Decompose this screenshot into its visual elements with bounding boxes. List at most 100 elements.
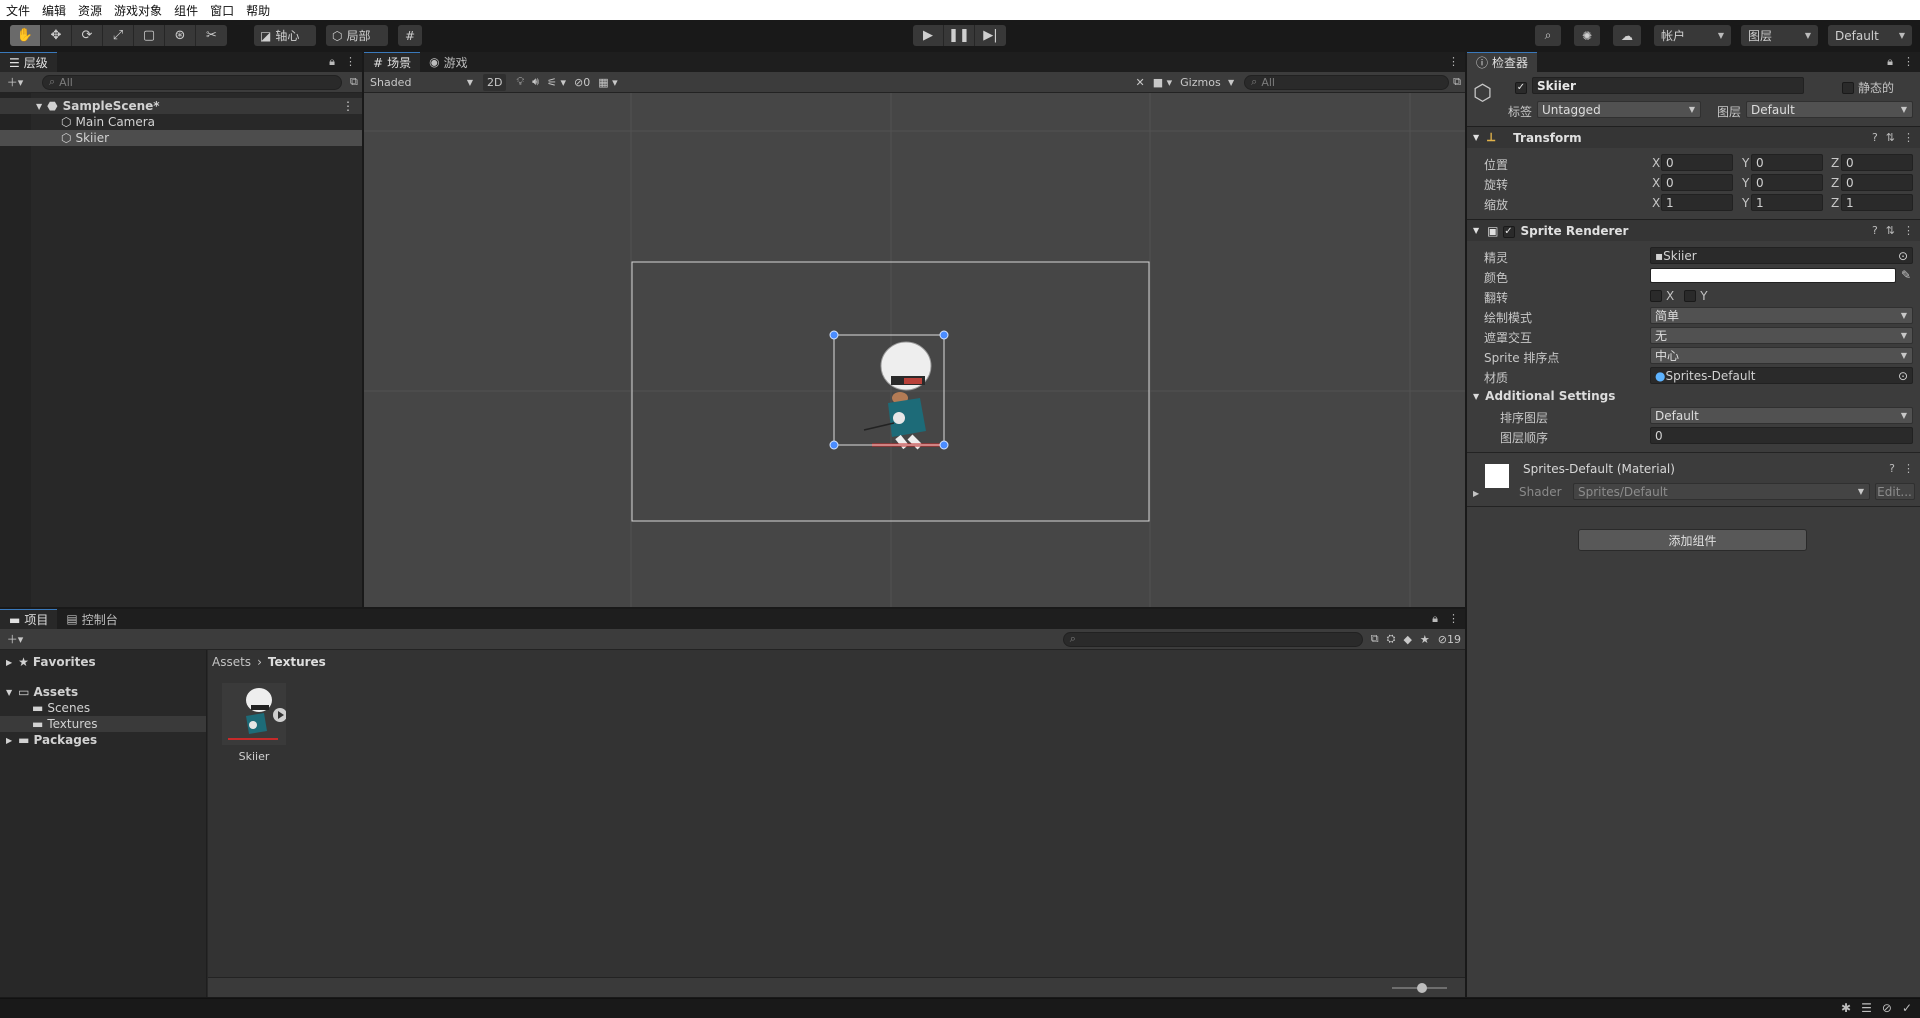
hand-tool-icon[interactable]: ✋ bbox=[10, 25, 41, 46]
position-y-field[interactable]: 0 bbox=[1751, 154, 1823, 171]
object-picker-icon[interactable]: ⊙ bbox=[1898, 369, 1908, 383]
tree-textures[interactable]: ▬ Textures bbox=[0, 716, 206, 732]
shading-mode-dropdown[interactable]: Shaded ▼ bbox=[364, 74, 479, 91]
layer-dropdown[interactable]: Default ▼ bbox=[1746, 101, 1913, 118]
sort-point-dropdown[interactable]: 中心 ▼ bbox=[1650, 347, 1913, 364]
material-field[interactable]: ●Sprites-Default ⊙ bbox=[1650, 367, 1913, 384]
help-icon[interactable]: ? bbox=[1872, 131, 1878, 144]
tab-game[interactable]: ◉ 游戏 bbox=[420, 52, 477, 72]
tab-project[interactable]: ▬ 项目 bbox=[0, 609, 58, 629]
hierarchy-search-input[interactable]: ⌕ All bbox=[42, 74, 342, 90]
tree-assets[interactable]: ▼ ▭ Assets bbox=[0, 684, 206, 700]
transform-header[interactable]: ▼ ⟂ Transform ? ⇅ ⋮ bbox=[1467, 126, 1920, 148]
color-swatch[interactable] bbox=[1650, 268, 1896, 283]
menu-assets[interactable]: 资源 bbox=[78, 2, 102, 19]
camera-dropdown-icon[interactable]: ■ ▾ bbox=[1149, 74, 1176, 91]
kebab-menu-icon[interactable]: ⋮ bbox=[1903, 224, 1914, 237]
tree-scenes[interactable]: ▬ Scenes bbox=[0, 700, 206, 716]
zoom-slider-handle[interactable] bbox=[1417, 983, 1427, 993]
hidden-objects-toggle[interactable]: ⊘ 0 bbox=[570, 74, 594, 91]
kebab-menu-icon[interactable]: ⋮ bbox=[342, 99, 354, 113]
kebab-menu-icon[interactable]: ⋮ bbox=[345, 55, 356, 69]
pivot-toggle[interactable]: ◪ 轴心 bbox=[254, 25, 316, 46]
audio-toggle-icon[interactable]: 🔊︎ bbox=[528, 74, 543, 91]
local-toggle[interactable]: ⬡ 局部 bbox=[326, 25, 388, 46]
object-picker-icon[interactable]: ⊙ bbox=[1898, 249, 1908, 263]
lighting-toggle-icon[interactable]: 💡︎ bbox=[512, 74, 528, 91]
create-button[interactable]: ＋▾ bbox=[0, 74, 30, 91]
kebab-menu-icon[interactable]: ⋮ bbox=[1448, 55, 1459, 68]
object-name-field[interactable]: Skiier bbox=[1532, 77, 1804, 94]
move-tool-icon[interactable]: ✥ bbox=[41, 25, 72, 46]
rotation-y-field[interactable]: 0 bbox=[1751, 174, 1823, 191]
layers-dropdown[interactable]: 图层 ▼ bbox=[1741, 25, 1818, 46]
tab-hierarchy[interactable]: ☰ 层级 bbox=[0, 52, 57, 72]
layout-dropdown[interactable]: Default ▼ bbox=[1828, 25, 1912, 46]
search-filter-icon[interactable]: ⧉ bbox=[1449, 74, 1465, 91]
mask-interaction-dropdown[interactable]: 无 ▼ bbox=[1650, 327, 1913, 344]
preset-icon[interactable]: ⇅ bbox=[1886, 131, 1895, 144]
rotate-tool-icon[interactable]: ⟳ bbox=[72, 25, 103, 46]
rect-tool-icon[interactable]: ▢ bbox=[134, 25, 165, 46]
resize-handle[interactable] bbox=[939, 440, 949, 450]
lock-icon[interactable]: 🔒︎ bbox=[1432, 612, 1438, 626]
resize-handle[interactable] bbox=[939, 330, 949, 340]
menu-component[interactable]: 组件 bbox=[174, 2, 198, 19]
grid-toggle-icon[interactable]: ▦ ▾ bbox=[594, 74, 621, 91]
scale-z-field[interactable]: 1 bbox=[1841, 194, 1913, 211]
effects-toggle-icon[interactable]: ⚟ ▾ bbox=[543, 74, 570, 91]
step-icon[interactable]: ▶| bbox=[975, 25, 1006, 46]
kebab-menu-icon[interactable]: ⋮ bbox=[1903, 462, 1914, 475]
scale-y-field[interactable]: 1 bbox=[1751, 194, 1823, 211]
bug-icon[interactable]: ✱ bbox=[1841, 1001, 1851, 1015]
position-z-field[interactable]: 0 bbox=[1841, 154, 1913, 171]
scene-search-input[interactable]: ⌕ All bbox=[1244, 74, 1450, 90]
triangle-right-icon[interactable]: ▶ bbox=[1473, 489, 1479, 498]
draw-mode-dropdown[interactable]: 简单 ▼ bbox=[1650, 307, 1913, 324]
create-asset-button[interactable]: ＋▾ bbox=[0, 631, 30, 648]
kebab-menu-icon[interactable]: ⋮ bbox=[1903, 131, 1914, 144]
add-component-button[interactable]: 添加组件 bbox=[1578, 529, 1807, 551]
order-in-layer-field[interactable]: 0 bbox=[1650, 427, 1913, 444]
rotation-z-field[interactable]: 0 bbox=[1841, 174, 1913, 191]
account-dropdown[interactable]: 帐户 ▼ bbox=[1654, 25, 1731, 46]
toggle-2d-button[interactable]: 2D bbox=[483, 73, 507, 91]
eyedropper-icon[interactable]: ✎ bbox=[1901, 268, 1911, 282]
sprite-field[interactable]: ▪Skiier ⊙ bbox=[1650, 247, 1913, 264]
hierarchy-scene-row[interactable]: ▼ ⬣ SampleScene* ⋮ bbox=[0, 98, 362, 114]
flip-x-checkbox[interactable] bbox=[1650, 290, 1662, 302]
menu-file[interactable]: 文件 bbox=[6, 2, 30, 19]
sorting-layer-dropdown[interactable]: Default ▼ bbox=[1650, 407, 1913, 424]
static-toggle[interactable]: 静态的 bbox=[1842, 79, 1894, 96]
resize-handle[interactable] bbox=[829, 440, 839, 450]
rotation-x-field[interactable]: 0 bbox=[1661, 174, 1733, 191]
tree-packages[interactable]: ▶ ▬ Packages bbox=[0, 732, 206, 748]
search-button[interactable]: ⌕ bbox=[1535, 25, 1561, 46]
flip-y-checkbox[interactable] bbox=[1684, 290, 1697, 302]
cloud-button[interactable]: ☁ bbox=[1613, 25, 1641, 46]
kebab-menu-icon[interactable]: ⋮ bbox=[1448, 612, 1459, 626]
sprite-renderer-header[interactable]: ▼ ▣ ✓ Sprite Renderer ? ⇅ ⋮ bbox=[1467, 219, 1920, 241]
progress-icon[interactable]: ⊘ bbox=[1882, 1001, 1892, 1015]
tag-dropdown[interactable]: Untagged ▼ bbox=[1537, 101, 1701, 118]
search-filter-icon[interactable]: ⧉ bbox=[1367, 631, 1383, 648]
lock-icon[interactable]: 🔒︎ bbox=[1887, 55, 1893, 69]
hierarchy-item-skiier[interactable]: ⬡ Skiier bbox=[0, 130, 362, 146]
filter-by-type-icon[interactable]: ⛭ bbox=[1383, 631, 1400, 648]
menu-edit[interactable]: 编辑 bbox=[42, 2, 66, 19]
tools-icon[interactable]: ✕ bbox=[1132, 74, 1149, 91]
scale-x-field[interactable]: 1 bbox=[1661, 194, 1733, 211]
tree-favorites[interactable]: ▶ ★ Favorites bbox=[0, 654, 206, 670]
gizmos-dropdown[interactable]: Gizmos ▼ bbox=[1176, 74, 1238, 91]
tab-scene[interactable]: # 场景 bbox=[364, 52, 421, 72]
shader-edit-button[interactable]: Edit... bbox=[1875, 483, 1915, 500]
enabled-checkbox[interactable]: ✓ bbox=[1502, 223, 1515, 238]
lock-icon[interactable]: 🔒︎ bbox=[329, 55, 335, 69]
favorite-star-icon[interactable]: ★ bbox=[1416, 631, 1434, 648]
hidden-packages-toggle[interactable]: ⊘ 19 bbox=[1434, 631, 1465, 648]
play-icon[interactable]: ▶ bbox=[913, 25, 944, 46]
cache-icon[interactable]: ☰ bbox=[1861, 1001, 1872, 1015]
active-checkbox[interactable]: ✓ bbox=[1515, 79, 1527, 94]
tab-console[interactable]: ▤ 控制台 bbox=[57, 609, 126, 629]
help-icon[interactable]: ? bbox=[1889, 462, 1895, 475]
